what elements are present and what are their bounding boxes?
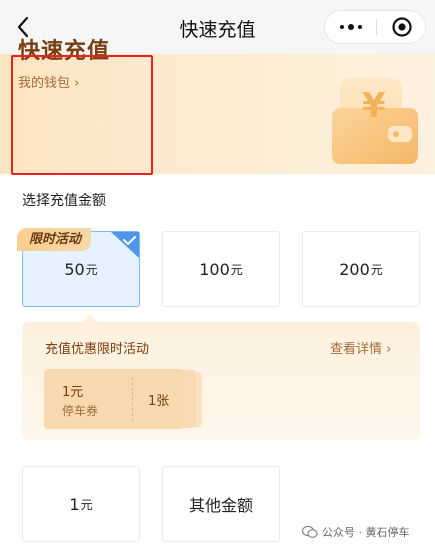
coupon-quantity: 1张 <box>148 394 170 409</box>
parking-coupon: 1元 停车券 1张 <box>44 369 184 429</box>
amount-unit: 元 <box>370 262 383 277</box>
coupon-divider <box>132 377 133 421</box>
limited-time-tag: 限时活动 <box>17 228 92 251</box>
amount-unit: 元 <box>230 262 243 277</box>
view-details-link[interactable]: 查看详情 › <box>330 338 391 357</box>
amount-option-100[interactable]: 100 元 <box>162 231 280 307</box>
coupon-name: 停车券 <box>62 404 99 418</box>
amount-value: 1 <box>69 494 80 514</box>
wechat-icon <box>302 525 318 538</box>
mini-program-capsule <box>324 10 426 44</box>
watermark-text: 公众号 · 黄石停车 <box>322 526 410 539</box>
coupon-value: 1元 <box>62 385 84 400</box>
other-amount-label: 其他金额 <box>188 496 253 515</box>
select-amount-label: 选择充值金额 <box>22 193 106 209</box>
circle-close-icon <box>392 17 412 37</box>
chevron-right-icon: › <box>74 76 80 91</box>
promo-panel-notch <box>82 314 98 322</box>
view-details-label: 查看详情 <box>330 342 383 357</box>
chevron-right-icon: › <box>386 342 392 357</box>
banner-title: 快速充值 <box>18 39 111 64</box>
amount-unit: 元 <box>80 497 93 512</box>
promo-title: 充值优惠限时活动 <box>45 342 150 357</box>
amount-unit: 元 <box>85 262 98 277</box>
close-button[interactable] <box>377 11 427 43</box>
more-button[interactable] <box>325 11 376 43</box>
check-icon <box>111 232 139 258</box>
yen-symbol: ¥ <box>362 86 386 126</box>
wallet-link-label: 我的钱包 <box>18 76 71 91</box>
more-dots-icon <box>339 24 362 30</box>
my-wallet-link[interactable]: 我的钱包 › <box>18 72 79 91</box>
amount-value: 50 <box>64 259 85 279</box>
amount-value: 200 <box>339 259 370 279</box>
amount-option-1[interactable]: 1元 <box>22 466 140 542</box>
amount-value: 100 <box>199 259 230 279</box>
watermark: 公众号 · 黄石停车 <box>302 524 410 540</box>
other-amount-option[interactable]: 其他金额 <box>162 466 280 542</box>
amount-option-200[interactable]: 200 元 <box>302 231 420 307</box>
